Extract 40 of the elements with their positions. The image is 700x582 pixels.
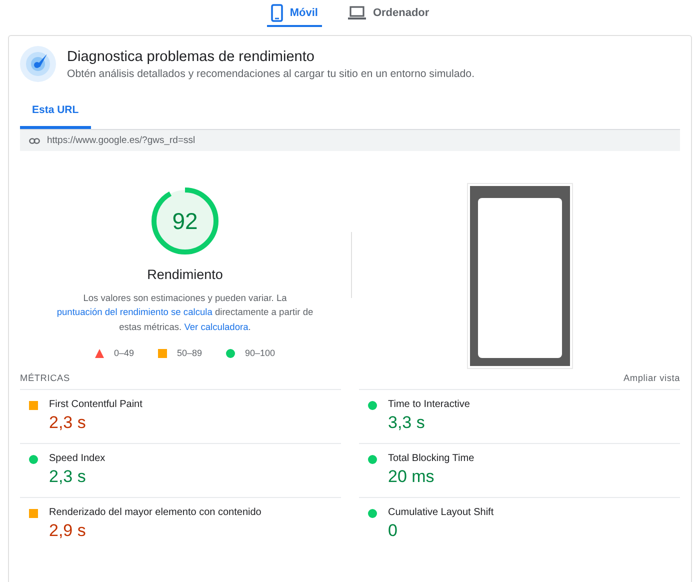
square-icon bbox=[29, 401, 38, 410]
triangle-icon bbox=[94, 348, 104, 358]
page-url: https://www.google.es/?gws_rd=ssl bbox=[47, 135, 196, 146]
circle-icon bbox=[368, 509, 377, 518]
circle-icon bbox=[368, 455, 377, 464]
metric-value: 3,3 s bbox=[388, 413, 426, 433]
circle-icon bbox=[226, 348, 235, 358]
legend-label: 0–49 bbox=[114, 348, 134, 358]
metric-name: Renderizado del mayor elemento con contenido bbox=[49, 507, 262, 518]
expand-view-link[interactable]: Ampliar vista bbox=[624, 373, 680, 383]
score-value: 92 bbox=[171, 206, 199, 236]
metric-name: Speed Index bbox=[49, 453, 106, 464]
section-title: Diagnostica problemas de rendimiento bbox=[67, 48, 316, 64]
square-icon bbox=[158, 348, 167, 358]
laptop-icon bbox=[348, 6, 366, 20]
calculator-link[interactable]: Ver calculadora bbox=[184, 322, 248, 332]
metric-name: Cumulative Layout Shift bbox=[388, 507, 494, 518]
metric-name: Time to Interactive bbox=[388, 399, 470, 410]
score-label: Rendimiento bbox=[147, 266, 223, 282]
speedometer-icon bbox=[20, 46, 56, 82]
section-subtitle: Obtén análisis detallados y recomendaciones al cargar tu sitio en un entorno simulado. bbox=[67, 68, 475, 80]
metric-value: 2,3 s bbox=[49, 467, 87, 487]
metric-value: 2,3 s bbox=[49, 413, 87, 433]
score-description: Los valores son estimaciones y pueden variar. La puntuación del rendimiento se calcula directamente a partir de estas métricas. Ver calculadora. bbox=[56, 292, 314, 334]
score-link[interactable]: puntuación del rendimiento se calcula bbox=[56, 307, 212, 318]
metric-value: 2,9 s bbox=[49, 521, 87, 541]
legend-label: 50–89 bbox=[176, 348, 202, 358]
metric-name: Total Blocking Time bbox=[388, 453, 474, 464]
phone-icon bbox=[270, 4, 283, 22]
metric-value: 0 bbox=[388, 521, 398, 541]
metric-name: First Contentful Paint bbox=[49, 399, 142, 410]
circle-icon bbox=[29, 455, 38, 464]
device-tab[interactable]: Ordenador bbox=[344, 0, 434, 27]
metrics-heading: MÉTRICAS bbox=[20, 373, 70, 383]
square-icon bbox=[29, 509, 38, 518]
circle-icon bbox=[368, 401, 377, 410]
device-tab[interactable]: Móvil bbox=[266, 0, 322, 27]
metric-value: 20 ms bbox=[388, 467, 436, 487]
link-icon bbox=[29, 138, 40, 144]
legend-label: 90–100 bbox=[245, 348, 276, 358]
